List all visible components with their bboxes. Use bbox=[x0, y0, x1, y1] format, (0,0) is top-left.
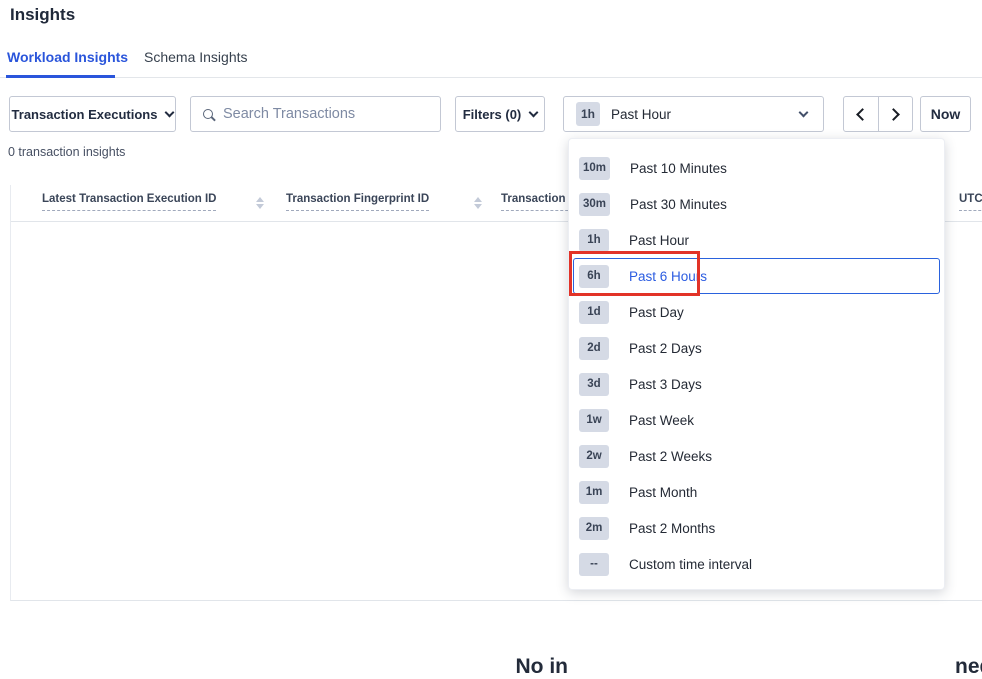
col-utc-time[interactable]: UTC) bbox=[959, 193, 982, 211]
option-custom-time-interval[interactable]: -- Custom time interval bbox=[569, 546, 944, 582]
filters-button[interactable]: Filters (0) bbox=[455, 96, 545, 132]
option-label: Past 30 Minutes bbox=[630, 197, 727, 212]
insight-type-label: Transaction Executions bbox=[12, 107, 158, 122]
option-past-30-minutes[interactable]: 30m Past 30 Minutes bbox=[569, 186, 944, 222]
option-label: Past 10 Minutes bbox=[630, 161, 727, 176]
time-nav-group bbox=[843, 96, 913, 132]
chevron-left-icon bbox=[856, 108, 869, 121]
col-latest-txn-execution-id[interactable]: Latest Transaction Execution ID bbox=[42, 193, 216, 211]
time-range-dropdown: 10m Past 10 Minutes 30m Past 30 Minutes … bbox=[568, 138, 945, 590]
tab-workload-insights[interactable]: Workload Insights bbox=[7, 49, 128, 65]
option-label: Custom time interval bbox=[629, 557, 752, 572]
sort-icon[interactable] bbox=[256, 197, 264, 209]
option-badge: 6h bbox=[579, 265, 609, 288]
time-prev-button[interactable] bbox=[844, 97, 878, 131]
option-badge: -- bbox=[579, 553, 609, 576]
active-tab-underline bbox=[6, 75, 115, 78]
option-label: Past 3 Days bbox=[629, 377, 702, 392]
option-badge: 2m bbox=[579, 517, 609, 540]
insights-count: 0 transaction insights bbox=[8, 145, 125, 159]
option-badge: 1w bbox=[579, 409, 609, 432]
option-label: Past 2 Days bbox=[629, 341, 702, 356]
option-past-2-months[interactable]: 2m Past 2 Months bbox=[569, 510, 944, 546]
empty-state-text-left: No in bbox=[516, 655, 569, 679]
option-badge: 1d bbox=[579, 301, 609, 324]
sort-icon[interactable] bbox=[474, 197, 482, 209]
time-range-badge: 1h bbox=[576, 102, 600, 126]
option-badge: 10m bbox=[579, 157, 610, 180]
chevron-right-icon bbox=[888, 108, 901, 121]
col-txn-fingerprint-id[interactable]: Transaction Fingerprint ID bbox=[286, 193, 429, 211]
search-icon bbox=[203, 109, 213, 119]
option-past-6-hours[interactable]: 6h Past 6 Hours bbox=[573, 258, 940, 294]
chevron-down-icon bbox=[529, 108, 539, 118]
search-input[interactable] bbox=[223, 106, 440, 122]
option-past-month[interactable]: 1m Past Month bbox=[569, 474, 944, 510]
empty-state-text-right: ned. bbox=[955, 655, 982, 679]
option-past-3-days[interactable]: 3d Past 3 Days bbox=[569, 366, 944, 402]
page-title: Insights bbox=[10, 5, 75, 25]
now-button[interactable]: Now bbox=[920, 96, 971, 132]
tab-bar: Workload Insights Schema Insights bbox=[0, 42, 982, 78]
time-next-button[interactable] bbox=[878, 97, 912, 131]
option-label: Past Week bbox=[629, 413, 694, 428]
search-box bbox=[190, 96, 441, 132]
option-badge: 1h bbox=[579, 229, 609, 252]
option-past-2-weeks[interactable]: 2w Past 2 Weeks bbox=[569, 438, 944, 474]
chevron-down-icon bbox=[165, 108, 175, 118]
insight-type-select[interactable]: Transaction Executions bbox=[9, 96, 176, 132]
option-label: Past 2 Weeks bbox=[629, 449, 712, 464]
option-badge: 1m bbox=[579, 481, 609, 504]
option-label: Past 6 Hours bbox=[629, 269, 707, 284]
option-badge: 3d bbox=[579, 373, 609, 396]
option-badge: 2d bbox=[579, 337, 609, 360]
option-past-hour[interactable]: 1h Past Hour bbox=[569, 222, 944, 258]
tab-schema-insights[interactable]: Schema Insights bbox=[144, 49, 248, 65]
option-label: Past Hour bbox=[629, 233, 689, 248]
option-label: Past Month bbox=[629, 485, 697, 500]
option-label: Past Day bbox=[629, 305, 684, 320]
filters-label: Filters (0) bbox=[463, 107, 522, 122]
option-badge: 30m bbox=[579, 193, 610, 216]
option-past-day[interactable]: 1d Past Day bbox=[569, 294, 944, 330]
option-past-10-minutes[interactable]: 10m Past 10 Minutes bbox=[569, 150, 944, 186]
time-range-label: Past Hour bbox=[611, 107, 671, 122]
option-past-week[interactable]: 1w Past Week bbox=[569, 402, 944, 438]
time-range-select[interactable]: 1h Past Hour bbox=[563, 96, 824, 132]
option-past-2-days[interactable]: 2d Past 2 Days bbox=[569, 330, 944, 366]
option-badge: 2w bbox=[579, 445, 609, 468]
option-label: Past 2 Months bbox=[629, 521, 715, 536]
chevron-down-icon bbox=[799, 108, 809, 118]
